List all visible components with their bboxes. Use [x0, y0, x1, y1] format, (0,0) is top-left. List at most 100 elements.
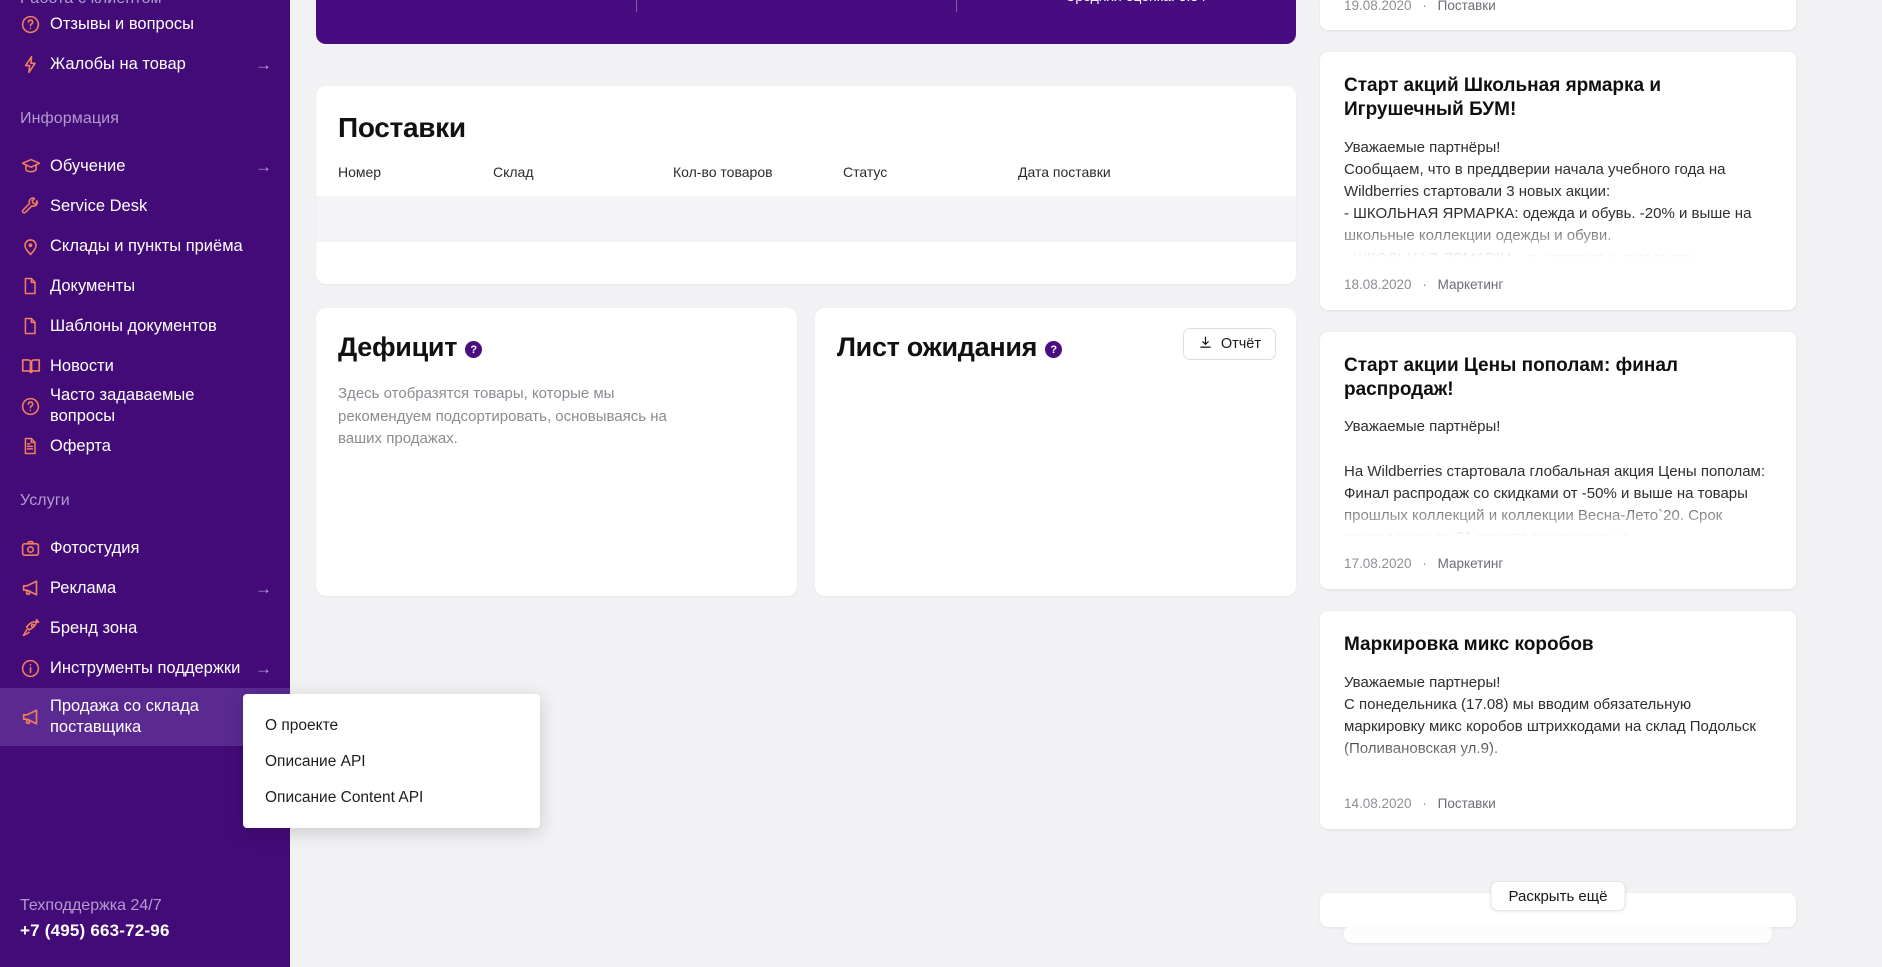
sidebar-item-otzyvy-i-voprosy[interactable]: Отзывы и вопросы	[0, 4, 290, 44]
deliveries-card: Поставки Номер Склад Кол-во товаров Стат…	[316, 86, 1296, 284]
sidebar-item-shablony-dokumentov[interactable]: Шаблоны документов	[0, 306, 290, 346]
deficit-title-text: Дефицит	[338, 332, 458, 362]
sidebar-item-label: Инструменты поддержки	[50, 658, 241, 677]
news-card[interactable]: Старт акций Школьная ярмарка и Игрушечны…	[1320, 52, 1796, 310]
arrow-right-icon: →	[255, 578, 272, 598]
question-circle-icon	[20, 12, 50, 36]
question-circle-icon	[20, 394, 50, 418]
report-button[interactable]: Отчёт	[1182, 328, 1276, 360]
support-phone[interactable]: +7 (495) 663-72-96	[20, 921, 170, 941]
news-category[interactable]: Поставки	[1438, 0, 1496, 13]
news-meta: 14.08.2020 · Поставки	[1344, 796, 1772, 811]
sidebar-item-fotostudiya[interactable]: Фотостудия	[0, 528, 290, 568]
news-meta-separator: ·	[1422, 556, 1427, 572]
arrow-right-icon: →	[255, 156, 272, 176]
news-stack-area: Раскрыть ещё	[1320, 881, 1796, 967]
news-stack-card	[1344, 925, 1772, 943]
news-panel: 19.08.2020 · Поставки Старт акций Школьн…	[1320, 0, 1820, 967]
sidebar-item-label: Новости	[50, 356, 114, 375]
report-button-label: Отчёт	[1220, 336, 1261, 352]
support-label: Техподдержка 24/7	[20, 897, 162, 914]
news-title: Старт акций Школьная ярмарка и Игрушечны…	[1344, 75, 1662, 121]
stats-banner: Средняя оценка: 3.34	[316, 0, 1296, 44]
document-icon	[20, 314, 50, 338]
bolt-icon	[20, 52, 50, 76]
sidebar-item-label: Жалобы на товар	[50, 54, 186, 73]
column-header-kolvo-tovarov: Кол-во товаров	[673, 164, 773, 180]
news-body: Уважаемые партнёры! Сообщаем, что в пред…	[1344, 137, 1772, 261]
news-category[interactable]: Поставки	[1438, 796, 1496, 811]
sidebar-item-dokumenty[interactable]: Документы	[0, 266, 290, 306]
camera-icon	[20, 536, 50, 560]
news-title: Маркировка микс коробов	[1344, 634, 1594, 656]
sidebar-item-service-desk[interactable]: Service Desk	[0, 186, 290, 226]
sidebar-item-oferta[interactable]: Оферта	[0, 426, 290, 466]
sidebar-item-reklama[interactable]: Реклама →	[0, 568, 290, 608]
dropdown-item-o-proekte[interactable]: О проекте	[243, 708, 540, 744]
sidebar-item-instrumenty-podderzhki[interactable]: Инструменты поддержки →	[0, 648, 290, 688]
news-meta-separator: ·	[1422, 276, 1427, 292]
sidebar-item-label: Документы	[50, 276, 136, 295]
sidebar-group-title-services: Услуги	[20, 492, 70, 509]
column-header-data-postavki: Дата поставки	[1018, 164, 1111, 180]
sidebar-item-brend-zona[interactable]: Бренд зона	[0, 608, 290, 648]
waitlist-title: Лист ожидания ?	[837, 332, 1063, 363]
average-rating-text: Средняя оценка: 3.34	[1065, 0, 1206, 4]
deficit-empty-text: Здесь отобразятся товары, которые мы рек…	[338, 385, 667, 447]
sidebar-item-label: Service Desk	[50, 196, 148, 215]
sidebar-item-label: Часто задаваемые вопросы	[50, 386, 195, 425]
news-category[interactable]: Маркетинг	[1438, 556, 1504, 571]
sidebar-item-novosti[interactable]: Новости	[0, 346, 290, 386]
sidebar-item-label: Бренд зона	[50, 618, 138, 637]
news-meta: 19.08.2020 · Поставки	[1344, 0, 1496, 13]
sidebar-item-obuchenie[interactable]: Обучение →	[0, 146, 290, 186]
wrench-icon	[20, 194, 50, 218]
arrow-right-icon: →	[255, 54, 272, 74]
rocket-icon	[20, 616, 50, 640]
waitlist-title-text: Лист ожидания	[837, 332, 1038, 362]
news-card[interactable]: Старт акции Цены пополам: финал распрода…	[1320, 331, 1796, 590]
megaphone-icon	[20, 705, 50, 729]
expand-more-button[interactable]: Раскрыть ещё	[1490, 881, 1626, 911]
sidebar-item-label: Отзывы и вопросы	[50, 14, 194, 33]
news-date: 14.08.2020	[1344, 795, 1412, 811]
sidebar-item-label: Склады и пункты приёма	[50, 236, 243, 255]
sidebar-item-zhaloby-na-tovar[interactable]: Жалобы на товар →	[0, 44, 290, 84]
news-category[interactable]: Маркетинг	[1438, 277, 1504, 292]
sidebar-item-label: Обучение	[50, 156, 126, 175]
graduation-cap-icon	[20, 154, 50, 178]
info-circle-icon	[20, 656, 50, 680]
deliveries-table-footer	[316, 242, 1296, 284]
sidebar-item-label: Шаблоны документов	[50, 316, 217, 335]
sidebar-item-label: Реклама	[50, 578, 117, 597]
sidebar-item-chasto-zadavaemye-voprosy[interactable]: Часто задаваемые вопросы	[0, 386, 290, 426]
help-icon[interactable]: ?	[1045, 341, 1063, 358]
download-icon	[1198, 335, 1213, 354]
map-pin-icon	[20, 234, 50, 258]
document-icon	[20, 274, 50, 298]
dropdown-item-opisanie-api[interactable]: Описание API	[243, 744, 540, 780]
deficit-card: Дефицит ? Здесь отобразятся товары, кото…	[316, 308, 797, 596]
sidebar-item-label: Оферта	[50, 436, 111, 455]
news-body: Уважаемые партнёры! На Wildberries старт…	[1344, 416, 1772, 541]
banner-divider	[636, 0, 637, 12]
waitlist-card: Лист ожидания ? Отчёт	[815, 308, 1296, 596]
news-card[interactable]: 19.08.2020 · Поставки	[1320, 0, 1796, 30]
news-date: 19.08.2020	[1344, 0, 1412, 13]
column-header-sklad: Склад	[493, 164, 534, 180]
news-meta-separator: ·	[1422, 0, 1427, 13]
news-card[interactable]: Маркировка микс коробов Уважаемые партне…	[1320, 611, 1796, 829]
deliveries-table-header: Номер Склад Кол-во товаров Статус Дата п…	[316, 144, 1296, 196]
arrow-right-icon: →	[255, 658, 272, 678]
banner-divider	[956, 0, 957, 12]
news-date: 17.08.2020	[1344, 556, 1412, 572]
dropdown-item-opisanie-content-api[interactable]: Описание Content API	[243, 780, 540, 816]
news-meta: 17.08.2020 · Маркетинг	[1344, 556, 1772, 571]
news-title: Старт акции Цены пополам: финал распрода…	[1344, 354, 1678, 400]
help-icon[interactable]: ?	[465, 341, 483, 358]
sidebar-item-sklady-i-punkty-priema[interactable]: Склады и пункты приёма	[0, 226, 290, 266]
context-dropdown-menu[interactable]: О проекте Описание API Описание Content …	[243, 694, 540, 828]
document-lines-icon	[20, 434, 50, 458]
